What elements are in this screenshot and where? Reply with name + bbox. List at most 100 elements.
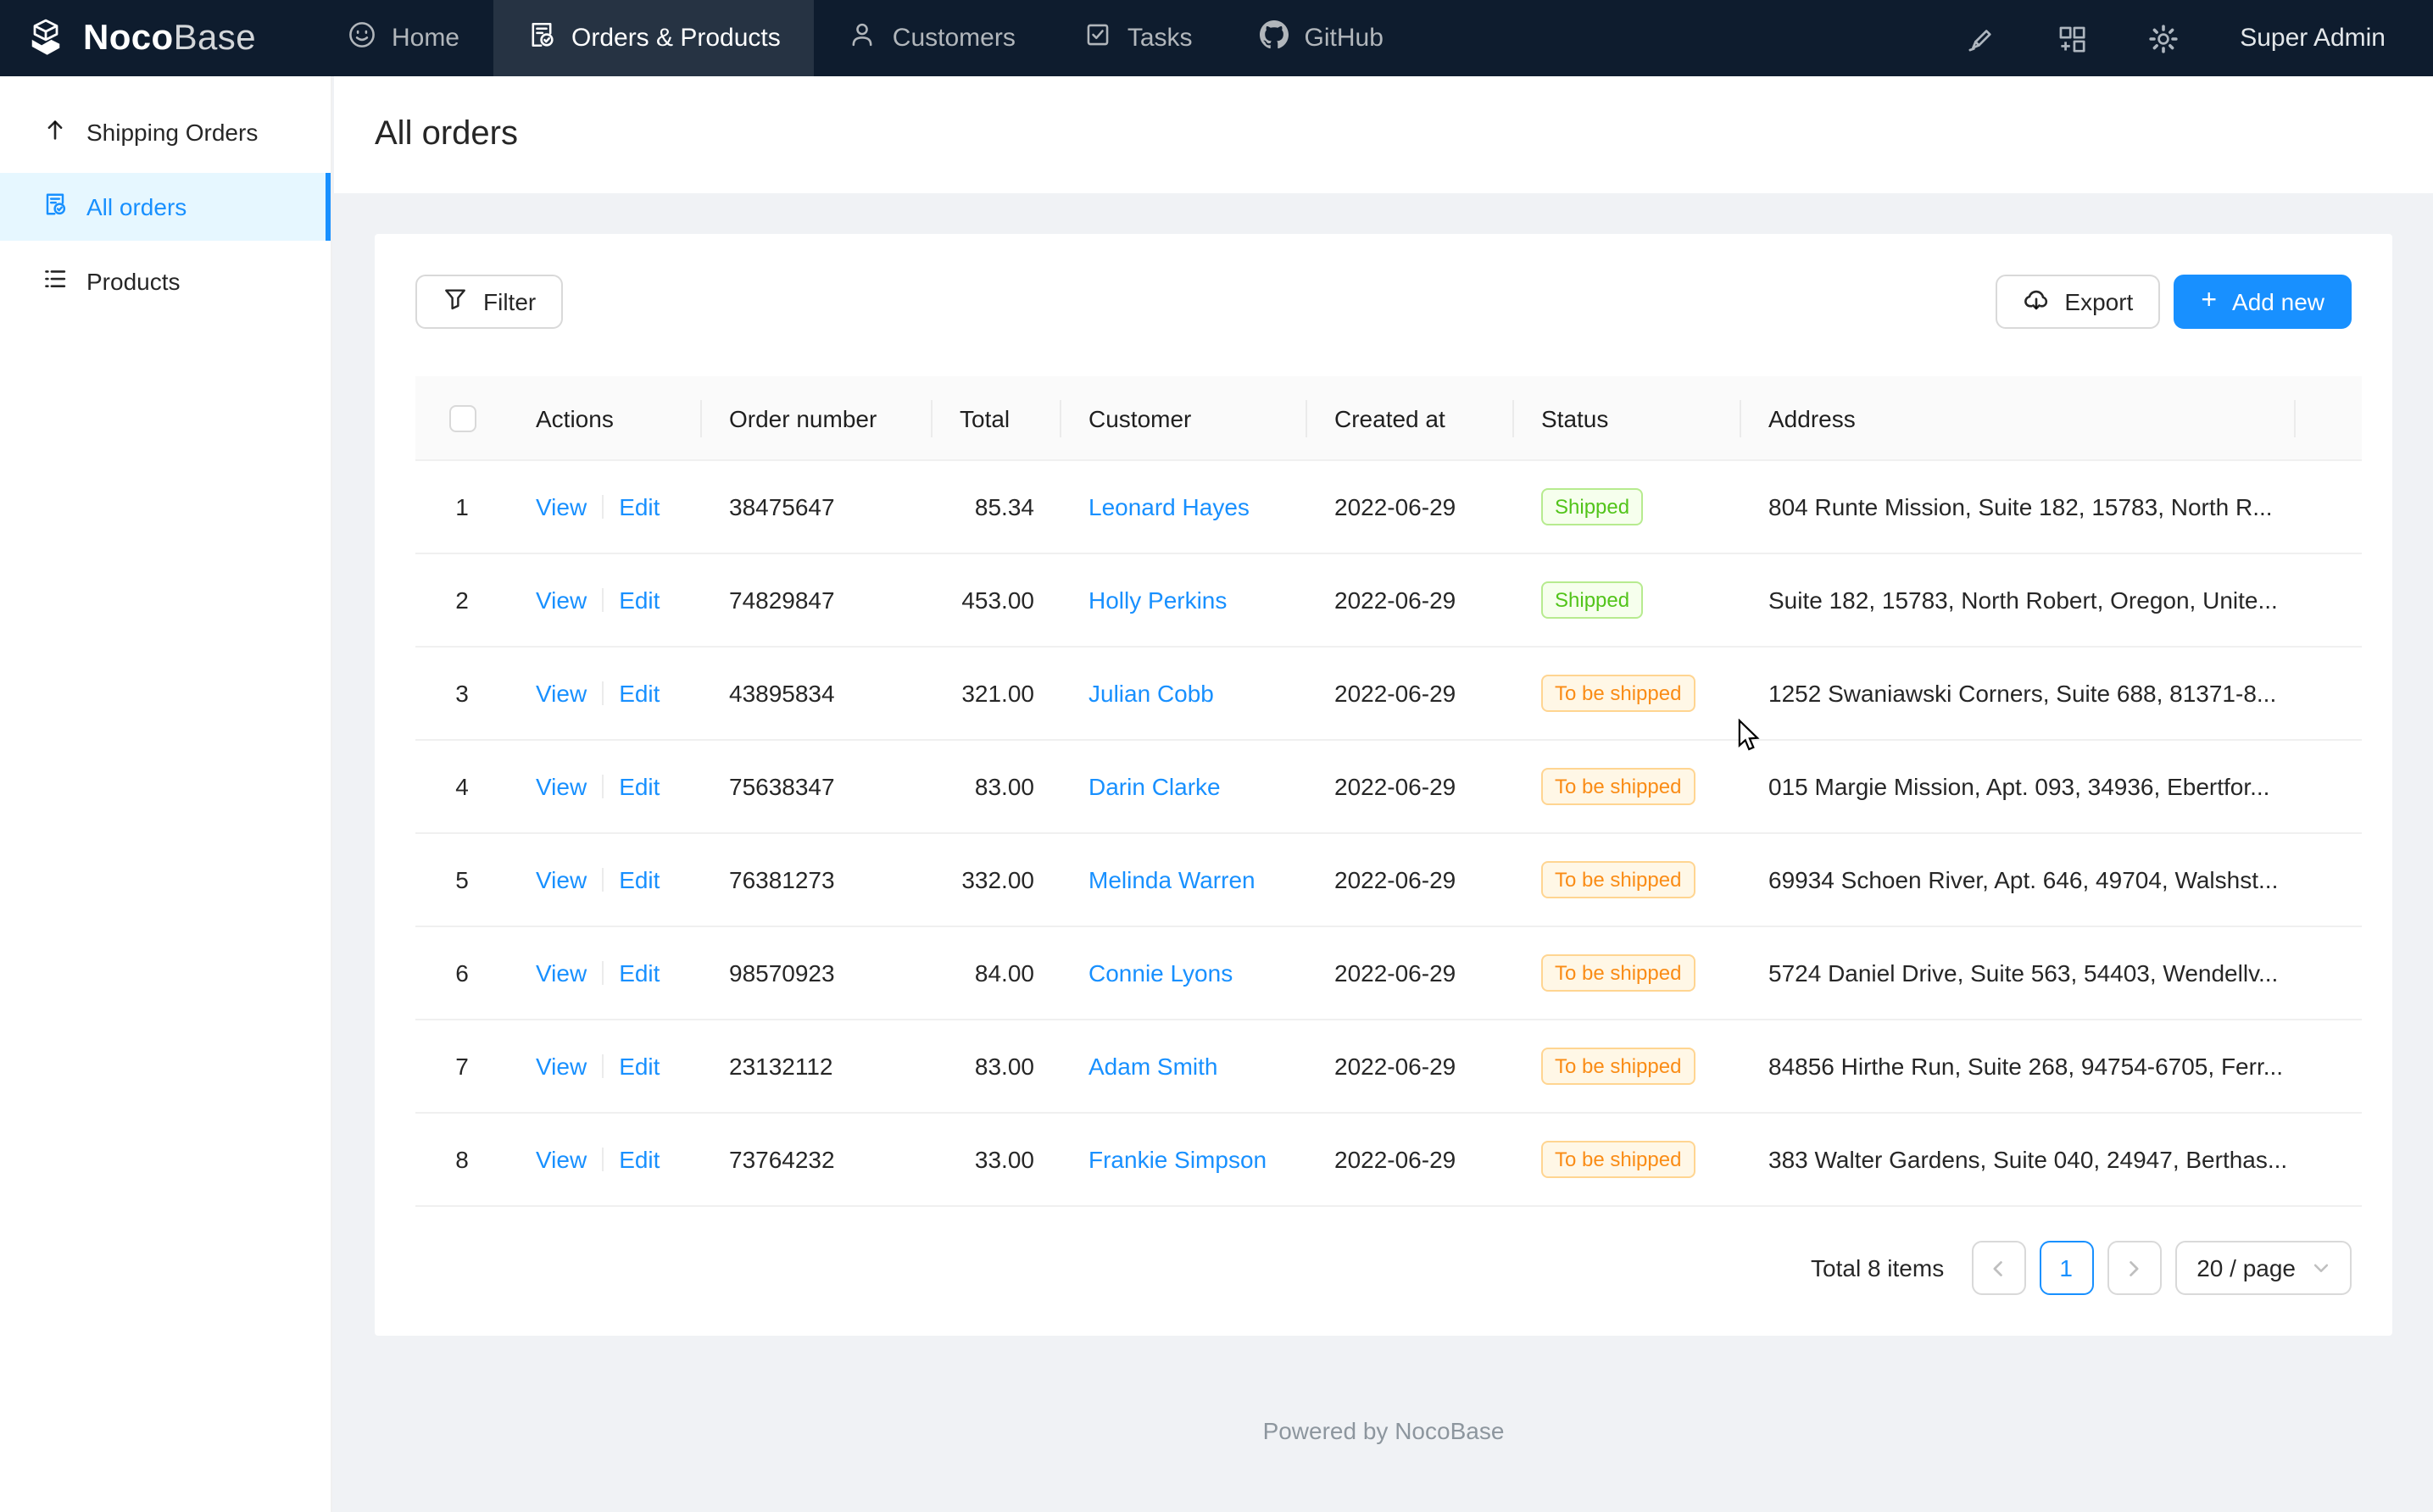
nav-item-github[interactable]: GitHub — [1227, 0, 1417, 76]
spacer-cell — [2296, 1021, 2362, 1115]
column-header-actions: Actions — [509, 376, 702, 462]
top-navbar: NocoBase Home — [0, 0, 2433, 76]
edit-link[interactable]: Edit — [619, 587, 660, 614]
add-new-button[interactable]: + Add new — [2174, 275, 2352, 329]
customer-link[interactable]: Frankie Simpson — [1088, 1147, 1267, 1174]
address-cell: 1252 Swaniawski Corners, Suite 688, 8137… — [1741, 648, 2296, 742]
status-badge: To be shipped — [1541, 955, 1695, 992]
nav-item-tasks[interactable]: Tasks — [1049, 0, 1227, 76]
status-badge: To be shipped — [1541, 862, 1695, 899]
chevron-down-icon — [2313, 1255, 2330, 1282]
edit-link[interactable]: Edit — [619, 774, 660, 801]
nav-item-customers[interactable]: Customers — [815, 0, 1049, 76]
view-link[interactable]: View — [536, 1053, 587, 1081]
edit-link[interactable]: Edit — [619, 1147, 660, 1174]
edit-link[interactable]: Edit — [619, 867, 660, 894]
column-header-total: Total — [933, 376, 1061, 462]
edit-link[interactable]: Edit — [619, 681, 660, 708]
customer-link[interactable]: Leonard Hayes — [1088, 494, 1250, 521]
divider — [602, 775, 604, 799]
sidebar-item-shipping-orders[interactable]: Shipping Orders — [0, 98, 331, 166]
page-size-select[interactable]: 20 / page — [2174, 1242, 2352, 1296]
page-header: All orders — [334, 76, 2433, 193]
select-all-header — [415, 376, 509, 462]
row-actions: View Edit — [509, 1021, 702, 1115]
status-badge: To be shipped — [1541, 675, 1695, 713]
filter-button[interactable]: Filter — [415, 275, 563, 329]
gear-icon[interactable] — [2148, 23, 2179, 53]
row-index: 1 — [415, 462, 509, 555]
customer-cell: Leonard Hayes — [1061, 462, 1307, 555]
created-at-cell: 2022-06-29 — [1307, 835, 1514, 928]
total-cell: 321.00 — [933, 648, 1061, 742]
customer-link[interactable]: Holly Perkins — [1088, 587, 1227, 614]
sidebar: Shipping Orders All orders — [0, 76, 332, 1512]
divider — [602, 1148, 604, 1172]
nocobase-logo[interactable]: NocoBase — [24, 0, 256, 76]
column-header-address: Address — [1741, 376, 2296, 462]
table-row: 1 ViewEdit 38475647 85.34 Leonard Hayes … — [415, 462, 2362, 555]
main-area: All orders Filter — [334, 76, 2433, 1512]
order-number-cell: 76381273 — [702, 835, 933, 928]
view-link[interactable]: View — [536, 867, 587, 894]
cloud-download-icon — [2022, 286, 2049, 318]
status-cell: To be shipped — [1514, 648, 1741, 742]
customer-link[interactable]: Adam Smith — [1088, 1053, 1218, 1081]
order-number-cell: 43895834 — [702, 648, 933, 742]
edit-link[interactable]: Edit — [619, 494, 660, 521]
customer-link[interactable]: Darin Clarke — [1088, 774, 1221, 801]
column-header-customer: Customer — [1061, 376, 1307, 462]
address-cell: 804 Runte Mission, Suite 182, 15783, Nor… — [1741, 462, 2296, 555]
row-actions: View Edit — [509, 1115, 702, 1208]
customer-link[interactable]: Julian Cobb — [1088, 681, 1214, 708]
view-link[interactable]: View — [536, 681, 587, 708]
person-icon — [849, 20, 877, 56]
pagination: Total 8 items 1 20 / page — [415, 1242, 2352, 1296]
total-cell: 453.00 — [933, 555, 1061, 648]
customer-link[interactable]: Connie Lyons — [1088, 960, 1233, 987]
spacer-cell — [2296, 462, 2362, 555]
nav-item-orders-products[interactable]: Orders & Products — [493, 0, 815, 76]
row-actions: View Edit — [509, 835, 702, 928]
edit-link[interactable]: Edit — [619, 960, 660, 987]
export-button[interactable]: Export — [1995, 275, 2160, 329]
customer-cell: Frankie Simpson — [1061, 1115, 1307, 1208]
view-link[interactable]: View — [536, 494, 587, 521]
address-cell: 69934 Schoen River, Apt. 646, 49704, Wal… — [1741, 835, 2296, 928]
row-index: 2 — [415, 555, 509, 648]
order-number-cell: 98570923 — [702, 928, 933, 1021]
created-at-cell: 2022-06-29 — [1307, 555, 1514, 648]
view-link[interactable]: View — [536, 774, 587, 801]
view-link[interactable]: View — [536, 960, 587, 987]
pagination-page-1[interactable]: 1 — [2039, 1242, 2093, 1296]
sidebar-item-products[interactable]: Products — [0, 247, 331, 315]
nav-item-home[interactable]: Home — [314, 0, 493, 76]
select-all-checkbox[interactable] — [448, 406, 476, 433]
edit-link[interactable]: Edit — [619, 1053, 660, 1081]
highlighter-icon[interactable] — [1965, 23, 1996, 53]
status-cell: To be shipped — [1514, 1021, 1741, 1115]
sidebar-item-all-orders[interactable]: All orders — [0, 173, 331, 241]
row-actions: View Edit — [509, 742, 702, 835]
divider — [602, 1055, 604, 1079]
pagination-next-button[interactable] — [2107, 1242, 2161, 1296]
blocks-plus-icon[interactable] — [2057, 23, 2087, 53]
row-index: 3 — [415, 648, 509, 742]
plus-icon: + — [2201, 288, 2217, 315]
pagination-prev-button[interactable] — [1971, 1242, 2025, 1296]
customer-link[interactable]: Melinda Warren — [1088, 867, 1255, 894]
user-menu[interactable]: Super Admin — [2240, 24, 2386, 53]
created-at-cell: 2022-06-29 — [1307, 742, 1514, 835]
navbar-right: Super Admin — [1965, 0, 2433, 76]
view-link[interactable]: View — [536, 587, 587, 614]
row-index: 5 — [415, 835, 509, 928]
order-number-cell: 73764232 — [702, 1115, 933, 1208]
arrow-up-icon — [42, 117, 68, 147]
table-row: 5 ViewEdit 76381273 332.00 Melinda Warre… — [415, 835, 2362, 928]
pagination-total: Total 8 items — [1811, 1255, 1944, 1282]
status-cell: To be shipped — [1514, 835, 1741, 928]
address-cell: 5724 Daniel Drive, Suite 563, 54403, Wen… — [1741, 928, 2296, 1021]
view-link[interactable]: View — [536, 1147, 587, 1174]
spacer-cell — [2296, 928, 2362, 1021]
status-cell: Shipped — [1514, 555, 1741, 648]
